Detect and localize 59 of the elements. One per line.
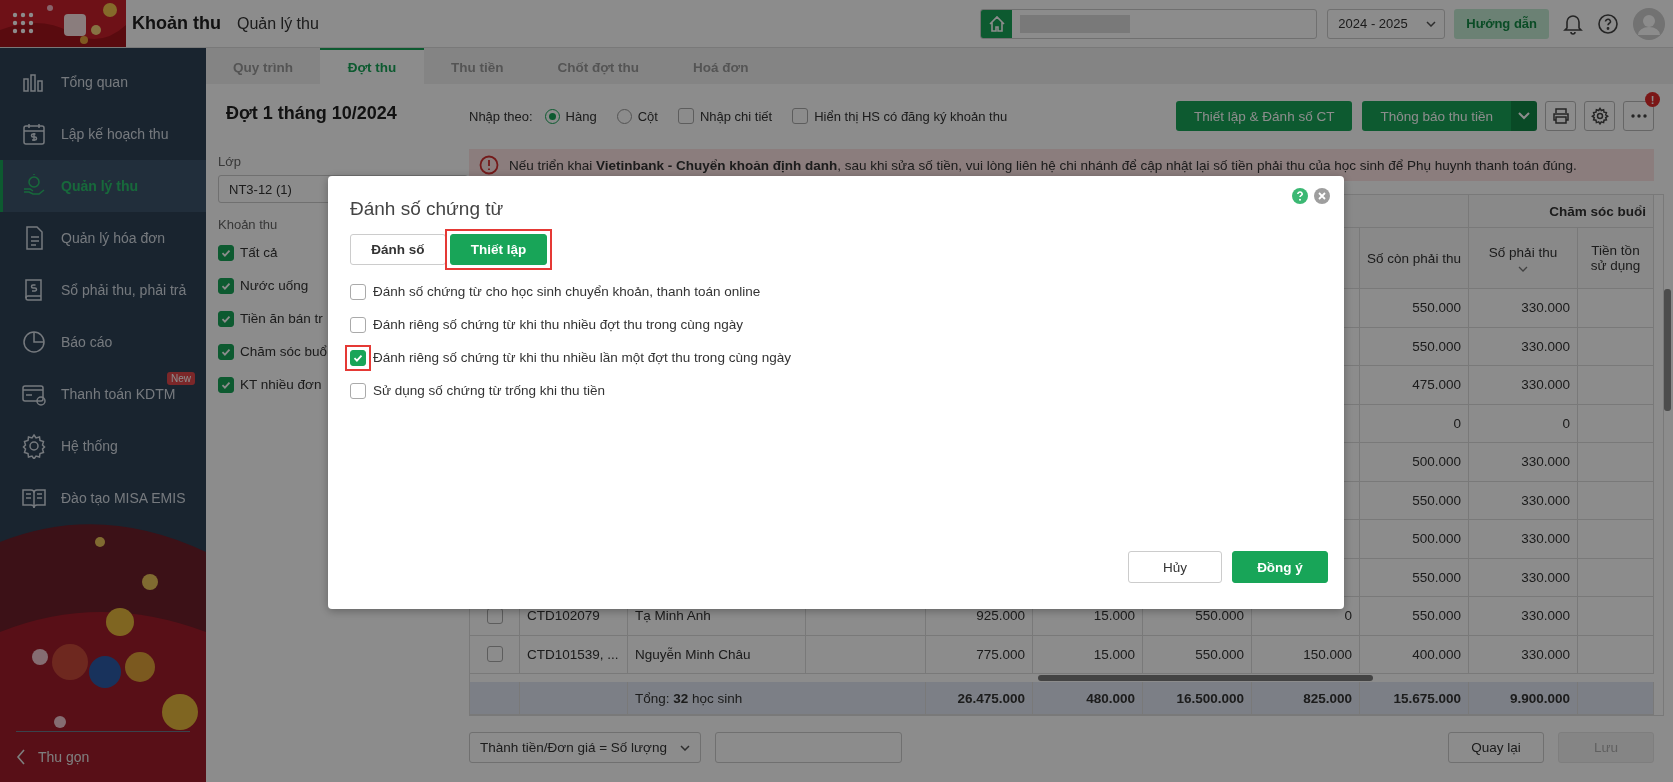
table-cell: 330.000: [1469, 327, 1578, 366]
table-cell: 26.475.000: [926, 682, 1033, 715]
table-cell: 475.000: [1360, 366, 1469, 405]
checkbox-label: Hiển thị HS có đăng ký khoản thu: [814, 108, 1008, 124]
table-cell: 500.000: [1360, 520, 1469, 559]
table-cell: 330.000: [1469, 481, 1578, 520]
radio-label: Hàng: [565, 108, 597, 124]
fee-label: Tất cả: [240, 245, 278, 260]
table-cell: 330.000: [1469, 443, 1578, 482]
table-cell: 330.000: [1469, 558, 1578, 597]
checkbox-label: Đánh số chứng từ cho học sinh chuyển khoản, thanh toán online: [373, 284, 761, 299]
table-cell: 480.000: [1033, 682, 1143, 715]
batch-title: Đợt 1 tháng 10/2024: [226, 102, 398, 125]
table-cell: 775.000: [926, 635, 1033, 674]
table-cell: 550.000: [1360, 481, 1469, 520]
total-label: Tổng: 32 học sinh: [628, 682, 926, 715]
fee-label: Nước uống: [240, 278, 309, 293]
table-cell: 330.000: [1469, 289, 1578, 328]
table-cell: 15.000: [1033, 635, 1143, 674]
table-cell: 15.675.000: [1360, 682, 1469, 715]
table-cell: 825.000: [1252, 682, 1360, 715]
table-cell: 330.000: [1469, 366, 1578, 405]
column-header: Số còn phải thu: [1360, 228, 1469, 289]
fee-label: Chăm sóc buổ: [240, 344, 328, 359]
table-cell: 16.500.000: [1143, 682, 1252, 715]
table-cell: 330.000: [1469, 635, 1578, 674]
input-mode-label: Nhập theo:: [469, 108, 533, 124]
checkbox-label: Nhập chi tiết: [699, 108, 773, 124]
dialog-title: Đánh số chứng từ: [350, 198, 504, 221]
table-cell: 0: [1360, 404, 1469, 443]
fee-label: KT nhiều đơn: [240, 377, 322, 392]
field-label: Khoản thu: [218, 217, 279, 232]
table-cell: 550.000: [1360, 327, 1469, 366]
table-cell: 500.000: [1360, 443, 1469, 482]
module-title: Khoản thu: [132, 13, 221, 34]
column-group-header: Chăm sóc buổi: [1469, 195, 1654, 228]
field-label: Lớp: [218, 154, 242, 169]
checkbox-label: Đánh riêng số chứng từ khi thu nhiều đợt thu trong cùng ngày: [373, 317, 743, 332]
table-cell: CTD101539, ...: [520, 635, 628, 674]
table-cell: 550.000: [1143, 635, 1252, 674]
alert-message: Nếu triển khai Vietinbank - Chuyển khoản định danh, sau khi sửa số tiền, vui lòng liên hệ chi nhánh để cập nhật lại số tiền phải thu của học sinh để Phụ huynh thanh toán đúng.: [509, 157, 1577, 173]
checkbox-label: Sử dụng số chứng từ trống khi thu tiền: [373, 383, 605, 398]
table-cell: 0: [1469, 404, 1578, 443]
table-cell: 550.000: [1360, 558, 1469, 597]
checkbox-label: Đánh riêng số chứng từ khi thu nhiều lần một đợt thu trong cùng ngày: [373, 350, 791, 365]
new-badge: New: [167, 372, 195, 385]
column-header: Tiền tồn sử dụng: [1578, 228, 1654, 289]
table-cell: 550.000: [1360, 289, 1469, 328]
fee-label: Tiền ăn bán tr: [240, 311, 323, 326]
page-title: Quản lý thu: [237, 14, 319, 33]
table-cell: 330.000: [1469, 597, 1578, 636]
table-cell: 9.900.000: [1469, 682, 1578, 715]
radio-label: Cột: [637, 108, 658, 124]
table-cell: 400.000: [1360, 635, 1469, 674]
table-cell: Nguyễn Minh Châu: [628, 635, 806, 674]
alert-badge: !: [1645, 92, 1660, 107]
table-cell: 150.000: [1252, 635, 1360, 674]
table-cell: 550.000: [1360, 597, 1469, 636]
table-cell: 330.000: [1469, 520, 1578, 559]
